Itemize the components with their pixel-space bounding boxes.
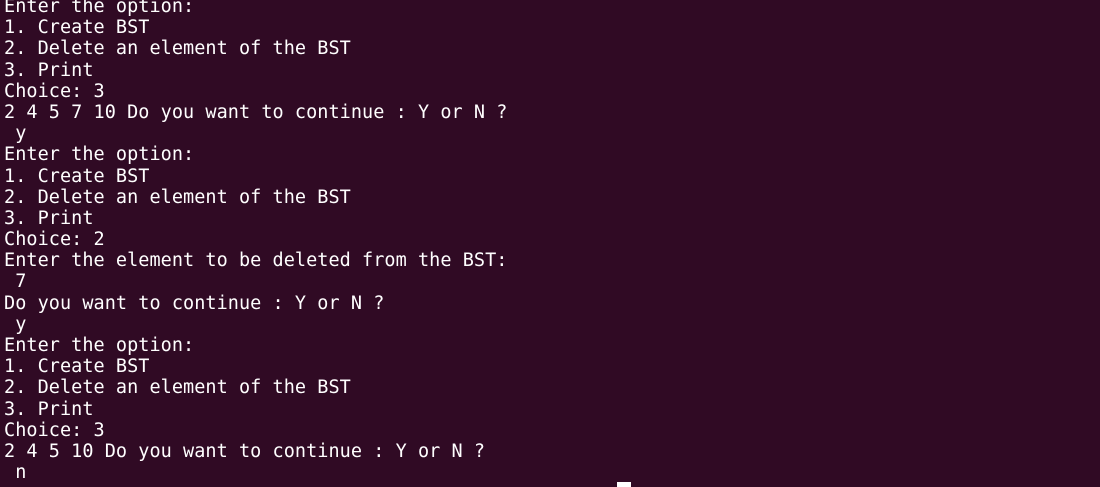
terminal-line: 3. Print [4,59,94,81]
terminal-line: Enter the option: [4,335,195,356]
terminal-line: Enter the option: [4,0,195,17]
terminal-line: Choice: 3 [4,80,105,102]
terminal-line: 2. Delete an element of the BST [4,377,351,399]
terminal-line: Enter the element to be deleted from the… [4,250,508,272]
terminal-line: 2 4 5 7 10 Do you want to continue : Y o… [4,101,508,123]
terminal-line: 3. Print [4,207,94,229]
terminal-line: n [4,462,27,484]
terminal-line: y [4,123,27,145]
terminal-line: Choice: 2 [4,229,105,251]
terminal-output: Enter the option: 1. Create BST 2. Delet… [4,0,507,483]
terminal-line: 1. Create BST [4,356,150,378]
terminal-line: 2. Delete an element of the BST [4,186,351,208]
terminal-line: 7 [4,271,27,293]
terminal-line: 2. Delete an element of the BST [4,38,351,60]
terminal-line: 1. Create BST [4,165,150,187]
terminal-window[interactable]: Enter the option: 1. Create BST 2. Delet… [0,0,1100,487]
terminal-line: Choice: 3 [4,419,105,441]
terminal-line: 2 4 5 10 Do you want to continue : Y or … [4,440,486,462]
terminal-line: Do you want to continue : Y or N ? [4,292,385,314]
terminal-line: 3. Print [4,398,94,420]
terminal-line: Enter the option: [4,144,195,166]
terminal-line: 1. Create BST [4,17,150,39]
text-cursor [617,482,631,487]
terminal-line: y [4,313,27,335]
